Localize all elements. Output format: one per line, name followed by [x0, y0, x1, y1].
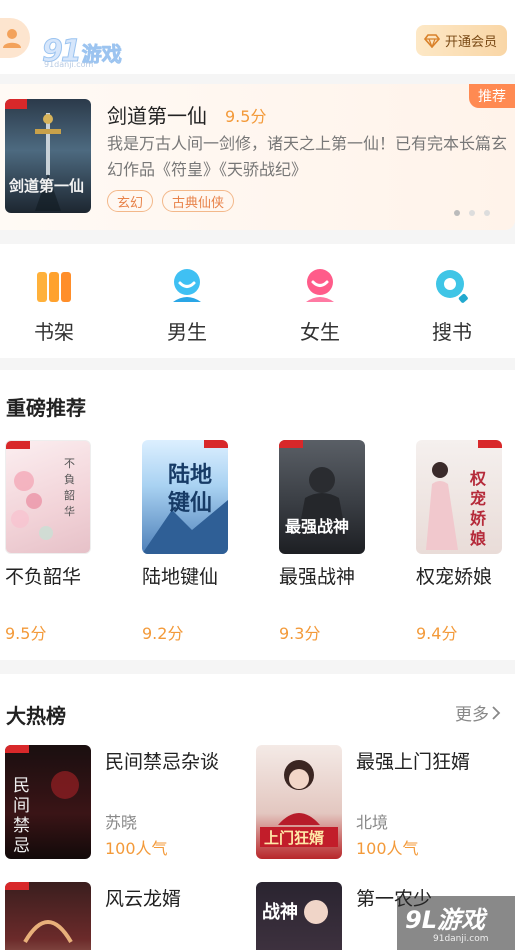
book-name: 民间禁忌杂谈 — [105, 751, 220, 773]
cover-art: 权 宠 娇 娘 — [426, 440, 502, 550]
svg-text:最强战神: 最强战神 — [285, 517, 349, 536]
svg-text:华: 华 — [64, 504, 75, 518]
nav-item-bookshelf[interactable]: 书架 — [14, 266, 94, 345]
banner-book-description: 我是万古人间一剑修，诸天之上第一仙！已有完本长篇玄幻作品《符皇》《天骄战纪》 — [107, 134, 508, 179]
book-author: 北境 — [356, 813, 389, 832]
svg-text:战神: 战神 — [262, 901, 298, 923]
svg-text:不: 不 — [64, 457, 75, 470]
more-link[interactable]: 更多 — [455, 700, 501, 725]
svg-text:民: 民 — [13, 776, 30, 796]
banner-tag[interactable]: 古典仙侠 — [162, 190, 235, 212]
book-cover[interactable]: 民 间 禁 忌 — [5, 745, 91, 859]
book-cover[interactable]: 上门狂婿 — [256, 745, 342, 859]
svg-text:娇: 娇 — [470, 509, 487, 528]
svg-text:韶: 韶 — [64, 488, 75, 502]
nav-label: 男生 — [167, 320, 207, 344]
section-title: 重磅推荐 — [6, 396, 86, 420]
book-cover[interactable]: 陆地 键仙 — [142, 440, 228, 554]
banner-book-score: 9.5分 — [225, 107, 267, 126]
svg-text:負: 負 — [64, 473, 75, 486]
banner-book-title[interactable]: 剑道第一仙 — [107, 100, 207, 129]
hot-book-item[interactable]: 风云龙婿 — [5, 882, 245, 950]
svg-text:间: 间 — [13, 796, 30, 816]
banner-book-cover[interactable]: 剑道第一仙 — [5, 99, 91, 213]
book-cover[interactable]: 战神 — [256, 882, 342, 950]
carousel-dot[interactable] — [454, 210, 460, 216]
bookshelf-icon — [34, 266, 74, 306]
chevron-right-icon — [492, 705, 501, 720]
search-book-icon — [432, 266, 472, 306]
watermark-url: 91danji.com — [433, 934, 489, 944]
male-icon — [167, 266, 207, 306]
diamond-icon — [423, 33, 440, 48]
nav-label: 搜书 — [432, 320, 472, 344]
svg-text:宠: 宠 — [470, 489, 486, 508]
more-label: 更多 — [455, 705, 489, 725]
hot-book-item[interactable]: 上门狂婿 最强上门狂婿 北境 100人气 — [256, 745, 511, 859]
book-popularity: 100人气 — [105, 839, 168, 858]
cover-art: 陆地 键仙 — [142, 440, 228, 554]
carousel-dot[interactable] — [484, 210, 490, 216]
nav-label: 女生 — [300, 320, 340, 344]
user-avatar[interactable] — [0, 18, 30, 58]
book-score: 9.5分 — [5, 624, 47, 643]
cover-art — [5, 882, 73, 944]
book-name: 权宠娇娘 — [416, 566, 493, 588]
book-name: 最强战神 — [279, 566, 356, 588]
watermark-logo: 9L游戏 — [405, 906, 485, 934]
book-name: 风云龙婿 — [105, 888, 182, 910]
book-name: 不负韶华 — [5, 566, 82, 588]
vip-label: 开通会员 — [444, 35, 497, 50]
floral-cover-art: 不 負 韶 华 — [6, 441, 75, 540]
svg-text:键仙: 键仙 — [168, 490, 212, 516]
top-header: 91 游戏 91danji.com 开通会员 — [0, 0, 515, 74]
cover-art: 民 间 禁 忌 — [5, 745, 79, 856]
carousel-indicator — [454, 210, 490, 216]
svg-text:陆地: 陆地 — [168, 462, 212, 488]
cover-art: 最强战神 — [279, 440, 349, 540]
featured-section: 重磅推荐 不 負 韶 华 不负韶华 9.5分 陆地 键仙 陆地键仙 9.2分 最… — [0, 370, 515, 660]
nav-item-male[interactable]: 男生 — [147, 266, 227, 345]
book-cover[interactable]: 最强战神 — [279, 440, 365, 554]
svg-text:禁: 禁 — [13, 816, 30, 836]
section-title: 大热榜 — [6, 704, 66, 728]
book-score: 9.2分 — [142, 624, 184, 643]
banner-tag[interactable]: 玄幻 — [107, 190, 154, 212]
book-name: 陆地键仙 — [142, 566, 219, 588]
book-name: 最强上门狂婿 — [356, 751, 471, 773]
open-vip-button[interactable]: 开通会员 — [415, 25, 507, 56]
site-watermark: 9L游戏 91danji.com — [397, 896, 515, 950]
svg-text:权: 权 — [469, 469, 487, 488]
nav-item-search[interactable]: 搜书 — [412, 266, 492, 345]
logo-subtext: 91danji.com — [44, 60, 94, 69]
recommend-badge: 推荐 — [469, 84, 515, 108]
book-score: 9.3分 — [279, 624, 321, 643]
category-nav: 书架 男生 女生 搜书 — [0, 244, 515, 358]
book-popularity: 100人气 — [356, 839, 419, 858]
svg-text:忌: 忌 — [13, 836, 30, 856]
user-icon — [3, 29, 21, 48]
book-score: 9.4分 — [416, 624, 458, 643]
hot-book-item[interactable]: 民 间 禁 忌 民间禁忌杂谈 苏晓 100人气 — [5, 745, 245, 859]
female-icon — [300, 266, 340, 306]
cover-art: 战神 — [262, 900, 328, 924]
nav-item-female[interactable]: 女生 — [280, 266, 360, 345]
svg-text:上门狂婿: 上门狂婿 — [264, 829, 325, 847]
book-cover[interactable] — [5, 882, 91, 950]
book-author: 苏晓 — [105, 813, 138, 832]
cover-art: 上门狂婿 — [260, 760, 338, 847]
book-cover[interactable]: 权 宠 娇 娘 — [416, 440, 502, 554]
svg-text:娘: 娘 — [470, 529, 486, 548]
nav-label: 书架 — [34, 320, 74, 344]
banner-cover-title: 剑道第一仙 — [9, 177, 85, 195]
carousel-dot[interactable] — [469, 210, 475, 216]
book-cover[interactable]: 不 負 韶 华 — [5, 440, 91, 554]
